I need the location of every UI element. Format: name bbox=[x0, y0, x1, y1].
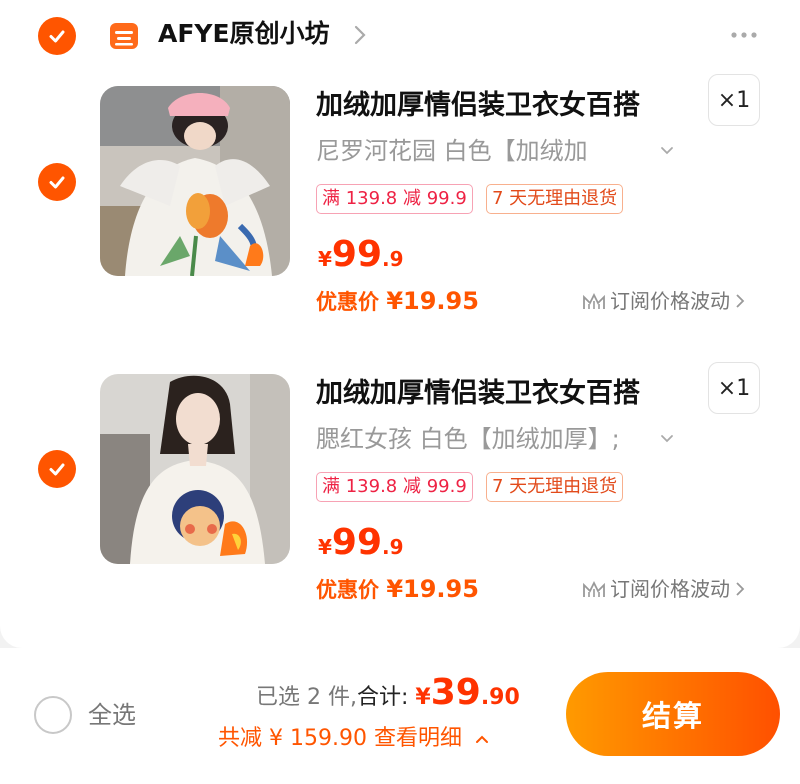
total-integer: 39 bbox=[430, 672, 481, 713]
order-summary: 已选 2 件,合计: ¥39.90 bbox=[256, 672, 520, 719]
details-label: 查看明细 bbox=[373, 726, 462, 751]
product-photo-sweatshirt-tulip bbox=[100, 86, 290, 276]
product-spec[interactable]: 尼罗河花园 白色【加绒加 bbox=[316, 134, 656, 168]
total-decimal: .90 bbox=[480, 685, 520, 710]
price-trend-icon bbox=[583, 580, 605, 597]
chevron-right-icon[interactable] bbox=[352, 24, 368, 46]
return-policy-tag: 7 天无理由退货 bbox=[486, 184, 624, 214]
product-image[interactable] bbox=[100, 374, 290, 564]
shop-header: AFYE原创小坊 bbox=[0, 0, 800, 72]
price-integer: 99 bbox=[331, 234, 383, 275]
total-currency: ¥ bbox=[415, 685, 431, 710]
chevron-down-icon[interactable] bbox=[660, 434, 674, 444]
price-subscribe-link[interactable]: 订阅价格波动 bbox=[582, 286, 746, 316]
subscribe-label: 订阅价格波动 bbox=[610, 289, 730, 313]
discount-tag: 满 139.8 减 99.9 bbox=[316, 184, 473, 214]
promo-value: ¥19.95 bbox=[386, 287, 479, 315]
selected-count: 已选 2 件, bbox=[256, 685, 357, 710]
chevron-right-icon bbox=[736, 582, 745, 596]
price-decimal: .9 bbox=[382, 535, 404, 559]
checkout-bar: 全选 已选 2 件,合计: ¥39.90 共减 ¥ 159.90 查看明细 结算 bbox=[0, 648, 800, 784]
chevron-right-icon bbox=[736, 294, 745, 308]
savings-details-link[interactable]: 共减 ¥ 159.90 查看明细 bbox=[218, 722, 489, 756]
price-decimal: .9 bbox=[382, 247, 404, 271]
quantity-button[interactable]: ×1 bbox=[708, 74, 760, 126]
more-options-icon[interactable] bbox=[730, 30, 758, 40]
product-title[interactable]: 加绒加厚情侣装卫衣女百搭 bbox=[316, 88, 696, 124]
promo-label: 优惠价 bbox=[316, 290, 379, 314]
price-trend-icon bbox=[583, 292, 605, 309]
promo-value: ¥19.95 bbox=[386, 575, 479, 603]
promo-price: 优惠价 ¥19.95 bbox=[316, 286, 479, 317]
cart-item: 加绒加厚情侣装卫衣女百搭 ×1 尼罗河花园 白色【加绒加 满 139.8 减 9… bbox=[0, 74, 800, 366]
product-image[interactable] bbox=[100, 86, 290, 276]
price-integer: 99 bbox=[331, 522, 383, 563]
shop-checkbox[interactable] bbox=[38, 17, 76, 55]
checkmark-icon bbox=[49, 176, 65, 189]
currency-symbol: ¥ bbox=[318, 247, 332, 271]
product-photo-sweatshirt-blush-girl bbox=[100, 374, 290, 564]
shop-icon[interactable] bbox=[108, 21, 140, 51]
savings-amount: 共减 ¥ 159.90 bbox=[218, 726, 367, 751]
product-title[interactable]: 加绒加厚情侣装卫衣女百搭 bbox=[316, 376, 696, 412]
item-price: ¥99.9 bbox=[318, 234, 404, 275]
discount-tag: 满 139.8 减 99.9 bbox=[316, 472, 473, 502]
checkmark-icon bbox=[49, 463, 65, 476]
product-spec[interactable]: 腮红女孩 白色【加绒加厚】; bbox=[316, 422, 656, 456]
item-price: ¥99.9 bbox=[318, 522, 404, 563]
item-checkbox[interactable] bbox=[38, 450, 76, 488]
chevron-up-icon bbox=[475, 735, 488, 743]
shop-name[interactable]: AFYE原创小坊 bbox=[158, 14, 330, 54]
item-checkbox[interactable] bbox=[38, 163, 76, 201]
price-subscribe-link[interactable]: 订阅价格波动 bbox=[582, 574, 746, 604]
checkmark-icon bbox=[49, 30, 65, 43]
total-label: 合计: bbox=[356, 685, 409, 710]
promo-label: 优惠价 bbox=[316, 578, 379, 602]
total-price: ¥39.90 bbox=[415, 672, 520, 713]
cart-card: AFYE原创小坊 加绒加厚情侣装卫衣女百搭 ×1 尼罗河花园 白色【加绒加 满 … bbox=[0, 0, 800, 648]
subscribe-label: 订阅价格波动 bbox=[610, 577, 730, 601]
select-all-radio[interactable] bbox=[34, 696, 72, 734]
cart-item: 加绒加厚情侣装卫衣女百搭 ×1 腮红女孩 白色【加绒加厚】; 满 139.8 减… bbox=[0, 362, 800, 654]
return-policy-tag: 7 天无理由退货 bbox=[486, 472, 624, 502]
currency-symbol: ¥ bbox=[318, 535, 332, 559]
promo-price: 优惠价 ¥19.95 bbox=[316, 574, 479, 605]
chevron-down-icon[interactable] bbox=[660, 146, 674, 156]
quantity-button[interactable]: ×1 bbox=[708, 362, 760, 414]
checkout-button[interactable]: 结算 bbox=[566, 672, 780, 756]
select-all-label[interactable]: 全选 bbox=[88, 696, 136, 734]
